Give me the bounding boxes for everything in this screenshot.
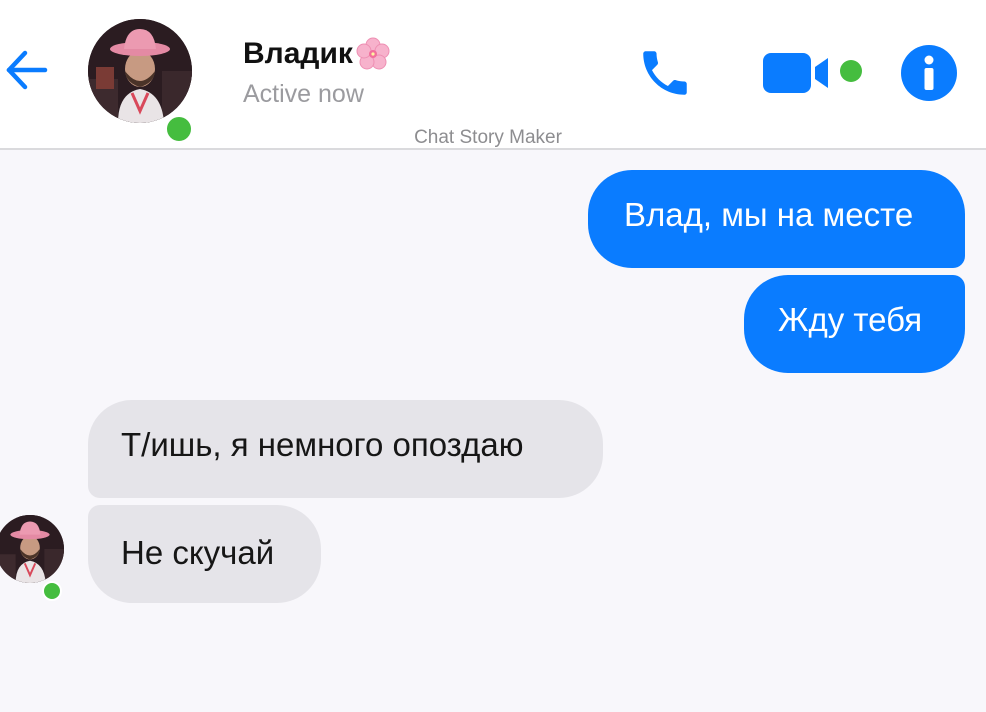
contact-name-text: Владик <box>243 37 353 70</box>
back-button[interactable] <box>2 46 50 94</box>
message-text: Жду тебя <box>778 301 923 338</box>
info-icon <box>924 55 934 90</box>
sender-avatar[interactable] <box>0 515 66 601</box>
sent-message[interactable]: Влад, мы на месте <box>588 170 965 268</box>
watermark: Chat Story Maker <box>0 127 986 149</box>
sent-message[interactable]: Жду тебя <box>744 275 965 373</box>
message-text: Не скучай <box>121 534 275 571</box>
active-status: Active now <box>243 80 364 108</box>
cherry-blossom-icon <box>356 37 390 70</box>
avatar-photo <box>88 19 192 123</box>
info-button[interactable] <box>901 45 957 101</box>
video-camera-icon[interactable] <box>760 50 834 96</box>
message-text: Т/ишь, я немного опоздаю <box>121 426 524 463</box>
chat-header: Владик Active now Chat Story Maker <box>0 0 986 150</box>
received-message[interactable]: Т/ишь, я немного опоздаю <box>88 400 603 498</box>
received-message[interactable]: Не скучай <box>88 505 321 603</box>
online-indicator <box>42 581 62 601</box>
phone-icon[interactable] <box>636 44 694 102</box>
avatar-photo <box>0 515 64 583</box>
watermark-text: Chat Story Maker <box>414 127 562 148</box>
contact-name[interactable]: Владик <box>243 36 391 72</box>
contact-avatar[interactable] <box>88 19 194 144</box>
back-arrow-icon <box>6 50 48 90</box>
message-text: Влад, мы на месте <box>624 196 914 233</box>
video-online-dot <box>840 60 862 82</box>
